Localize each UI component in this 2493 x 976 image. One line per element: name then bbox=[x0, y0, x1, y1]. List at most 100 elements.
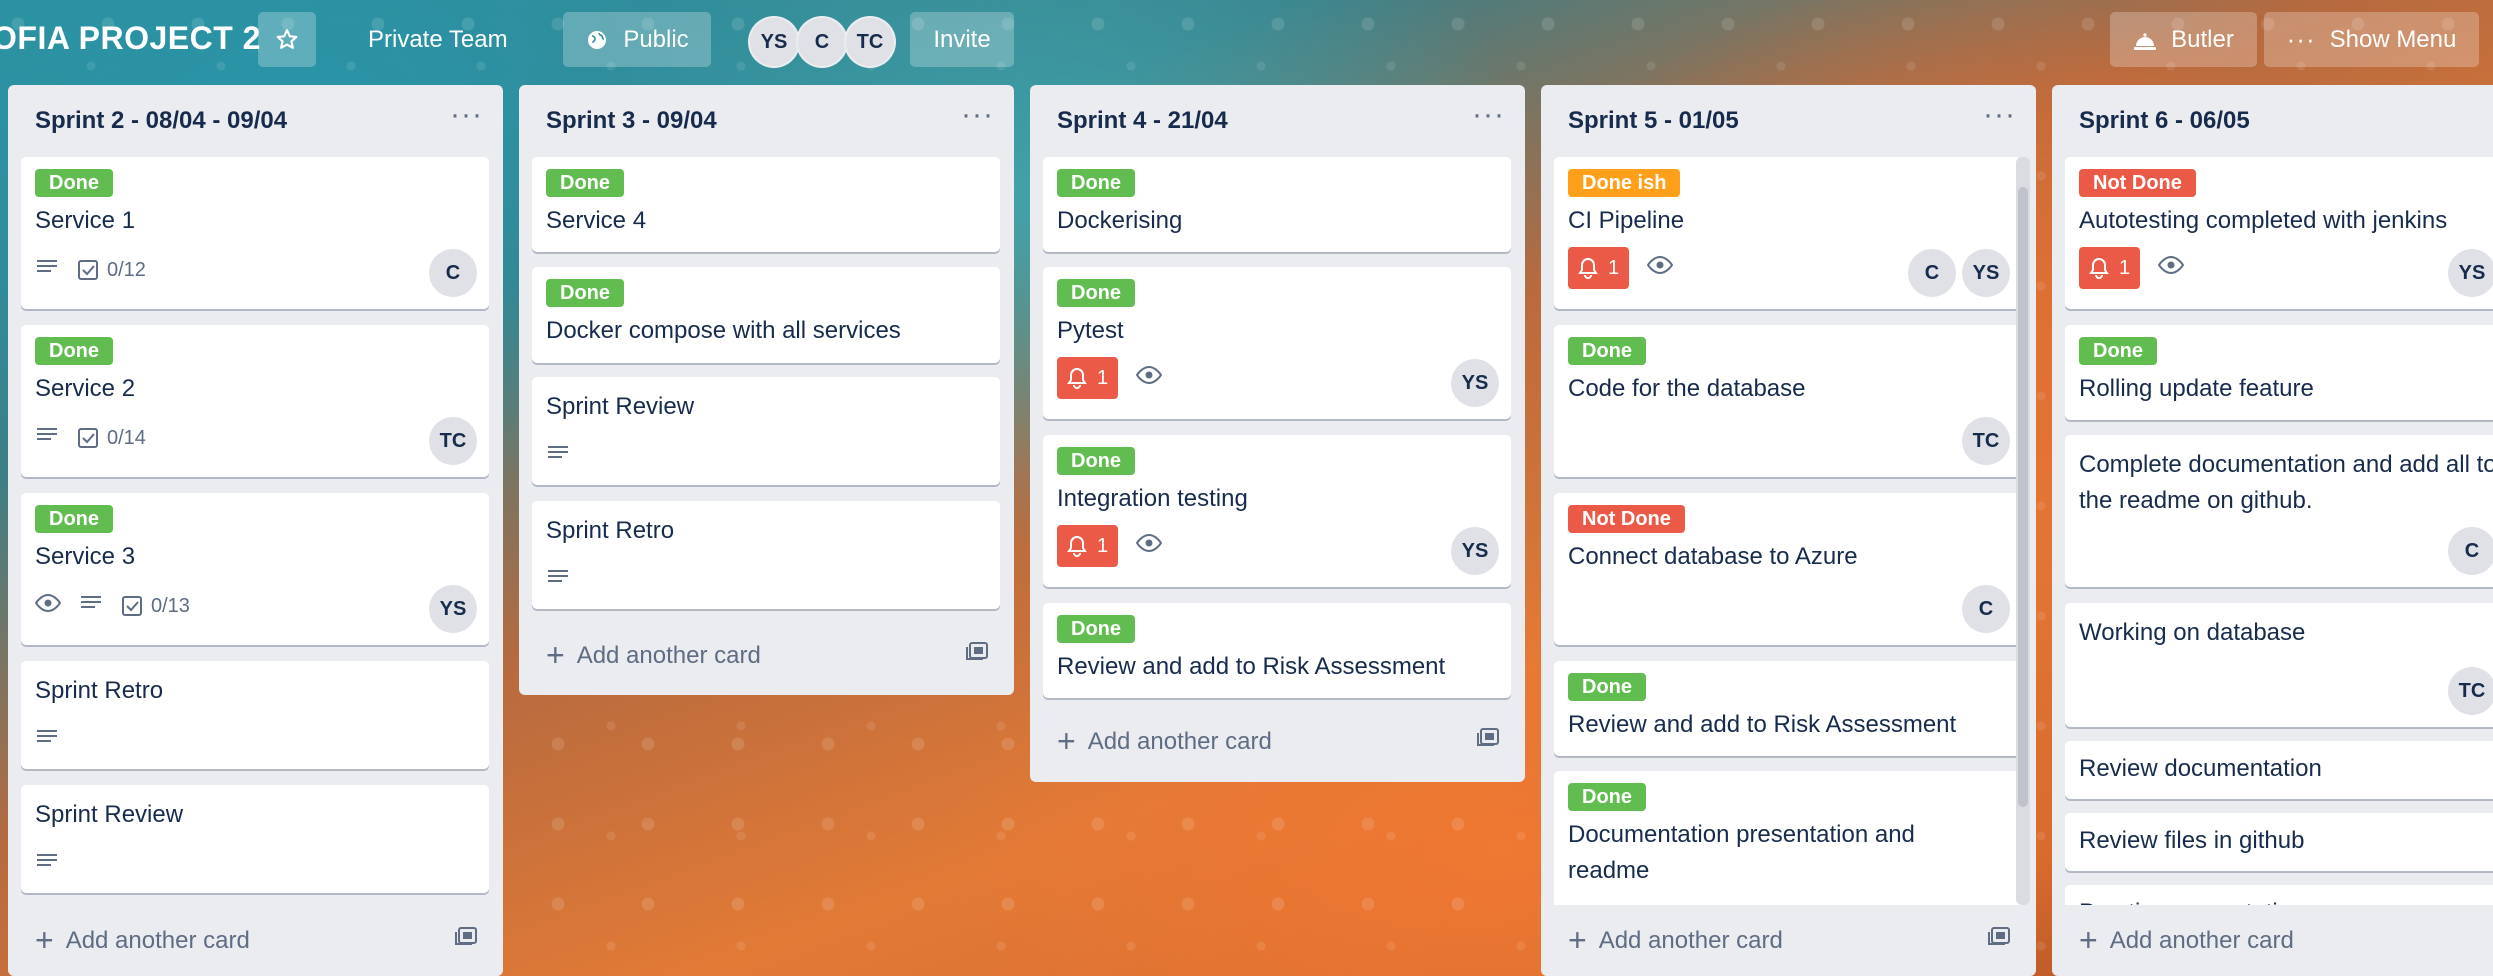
add-card-button[interactable]: + Add another card bbox=[1568, 922, 1783, 959]
member-avatar[interactable]: TC bbox=[844, 16, 896, 68]
card-member-avatar[interactable]: TC bbox=[1962, 417, 2010, 465]
card-member-avatar[interactable]: YS bbox=[2448, 249, 2493, 297]
list-title[interactable]: Sprint 2 - 08/04 - 09/04 bbox=[35, 107, 287, 135]
plus-icon: + bbox=[2079, 922, 2098, 958]
card[interactable]: Complete documentation and add all to th… bbox=[2065, 435, 2493, 587]
card[interactable]: Done Service 3 0/13 YS bbox=[21, 493, 489, 645]
card[interactable]: Done Documentation presentation and read… bbox=[1554, 771, 2022, 905]
notification-badge: 1 bbox=[1568, 247, 1630, 289]
card-label: Done bbox=[546, 169, 624, 197]
description-icon bbox=[35, 727, 59, 753]
globe-icon bbox=[585, 28, 609, 52]
card[interactable]: Working on database TC bbox=[2065, 603, 2493, 727]
visibility-button[interactable]: Public bbox=[563, 12, 711, 67]
card[interactable]: Done Pytest 1 YS bbox=[1043, 267, 1511, 419]
card[interactable]: Done Code for the database TC bbox=[1554, 325, 2022, 477]
card[interactable]: Done Service 4 bbox=[532, 157, 1000, 252]
card-title: Autotesting completed with jenkins bbox=[2079, 207, 2448, 234]
list-title[interactable]: Sprint 4 - 21/04 bbox=[1057, 107, 1228, 135]
add-card-button[interactable]: + Add another card bbox=[35, 922, 250, 959]
card[interactable]: Done Service 1 0/12 C bbox=[21, 157, 489, 309]
card-label: Done ish bbox=[1568, 169, 1681, 197]
star-board-button[interactable] bbox=[258, 12, 316, 67]
notification-badge: 1 bbox=[1057, 525, 1119, 567]
card-member-avatar[interactable]: C bbox=[2448, 527, 2493, 575]
card-title: Code for the database bbox=[1568, 375, 1806, 402]
card-member-avatar[interactable]: YS bbox=[1451, 527, 1499, 575]
add-card-button[interactable]: + Add another card bbox=[2079, 922, 2294, 959]
checklist-count: 0/13 bbox=[151, 594, 190, 617]
list-scrollbar[interactable] bbox=[2016, 157, 2030, 905]
card-member-avatar[interactable]: YS bbox=[1962, 249, 2010, 297]
card[interactable]: Done Service 2 0/14 TC bbox=[21, 325, 489, 477]
description-icon bbox=[35, 257, 59, 283]
watch-icon bbox=[1646, 255, 1674, 281]
card-title: Complete documentation and add all to th… bbox=[2079, 451, 2493, 514]
bell-icon bbox=[1067, 367, 1087, 389]
show-menu-button[interactable]: ··· Show Menu bbox=[2264, 12, 2479, 67]
checklist-icon bbox=[122, 596, 142, 616]
card-template-icon[interactable] bbox=[1477, 726, 1501, 753]
list-title[interactable]: Sprint 5 - 01/05 bbox=[1568, 107, 1739, 135]
card[interactable]: Done Review and add to Risk Assessment bbox=[1043, 603, 1511, 698]
card-member-avatar[interactable]: C bbox=[429, 249, 477, 297]
card-title: Dockerising bbox=[1057, 207, 1183, 234]
watch-icon bbox=[1135, 533, 1163, 559]
card-template-icon[interactable] bbox=[1988, 925, 2012, 952]
list-menu-icon[interactable]: ··· bbox=[961, 100, 994, 130]
list-title[interactable]: Sprint 6 - 06/05 bbox=[2079, 107, 2250, 135]
card-member-avatar[interactable]: TC bbox=[429, 417, 477, 465]
card[interactable]: Practice presentation bbox=[2065, 885, 2493, 905]
card[interactable]: Review files in github bbox=[2065, 813, 2493, 871]
list-menu-icon[interactable]: ··· bbox=[1983, 100, 2016, 130]
card-template-icon[interactable] bbox=[455, 925, 479, 952]
card-member-avatar[interactable]: C bbox=[1908, 249, 1956, 297]
card-template-icon[interactable] bbox=[966, 640, 990, 667]
card[interactable]: Done Docker compose with all services bbox=[532, 267, 1000, 363]
list-title[interactable]: Sprint 3 - 09/04 bbox=[546, 107, 717, 135]
bell-icon bbox=[2089, 257, 2109, 279]
card-title: Service 2 bbox=[35, 375, 136, 402]
board-title[interactable]: OFIA PROJECT 2 bbox=[0, 20, 261, 57]
member-avatar[interactable]: C bbox=[796, 16, 848, 68]
card-title: Pytest bbox=[1057, 317, 1124, 344]
card-label: Done bbox=[35, 169, 113, 197]
card[interactable]: Not Done Autotesting completed with jenk… bbox=[2065, 157, 2493, 309]
list-menu-icon[interactable]: ··· bbox=[1472, 100, 1505, 130]
card-title: Review files in github bbox=[2079, 827, 2305, 854]
list-sprint-5: Sprint 5 - 01/05 ··· Done ish CI Pipelin… bbox=[1541, 85, 2036, 976]
list-menu-icon[interactable]: ··· bbox=[450, 100, 483, 130]
card-label: Not Done bbox=[2079, 169, 2196, 197]
card-member-avatar[interactable]: C bbox=[1962, 585, 2010, 633]
scrollbar-thumb[interactable] bbox=[2018, 187, 2028, 807]
card[interactable]: Done Review and add to Risk Assessment bbox=[1554, 661, 2022, 756]
star-icon bbox=[276, 28, 298, 49]
add-card-button[interactable]: + Add another card bbox=[546, 637, 761, 674]
invite-button[interactable]: Invite bbox=[910, 12, 1014, 67]
card[interactable]: Sprint Retro bbox=[21, 661, 489, 769]
add-card-button[interactable]: + Add another card bbox=[1057, 723, 1272, 760]
card-member-avatar[interactable]: TC bbox=[2448, 667, 2493, 715]
card-title: CI Pipeline bbox=[1568, 207, 1685, 234]
card-member-avatar[interactable]: YS bbox=[429, 585, 477, 633]
notification-count: 1 bbox=[1097, 534, 1109, 557]
card[interactable]: Sprint Retro bbox=[532, 501, 1000, 609]
notification-count: 1 bbox=[1608, 256, 1620, 279]
card[interactable]: Done Rolling update feature bbox=[2065, 325, 2493, 420]
team-visibility[interactable]: Private Team bbox=[368, 12, 508, 67]
butler-button[interactable]: Butler bbox=[2110, 12, 2257, 67]
card[interactable]: Sprint Review bbox=[21, 785, 489, 893]
visibility-label: Public bbox=[623, 25, 689, 53]
card[interactable]: Done Dockerising bbox=[1043, 157, 1511, 252]
notification-count: 1 bbox=[2119, 256, 2131, 279]
list-sprint-2: Sprint 2 - 08/04 - 09/04 ··· Done Servic… bbox=[8, 85, 503, 976]
card-member-avatar[interactable]: YS bbox=[1451, 359, 1499, 407]
card[interactable]: Done Integration testing 1 YS bbox=[1043, 435, 1511, 587]
member-avatar[interactable]: YS bbox=[748, 16, 800, 68]
card[interactable]: Not Done Connect database to Azure C bbox=[1554, 493, 2022, 645]
add-card-label: Add another card bbox=[1598, 926, 1783, 954]
card[interactable]: Done ish CI Pipeline 1 C YS bbox=[1554, 157, 2022, 309]
card-title: Service 4 bbox=[546, 207, 647, 234]
card[interactable]: Review documentation bbox=[2065, 741, 2493, 799]
card[interactable]: Sprint Review bbox=[532, 377, 1000, 485]
